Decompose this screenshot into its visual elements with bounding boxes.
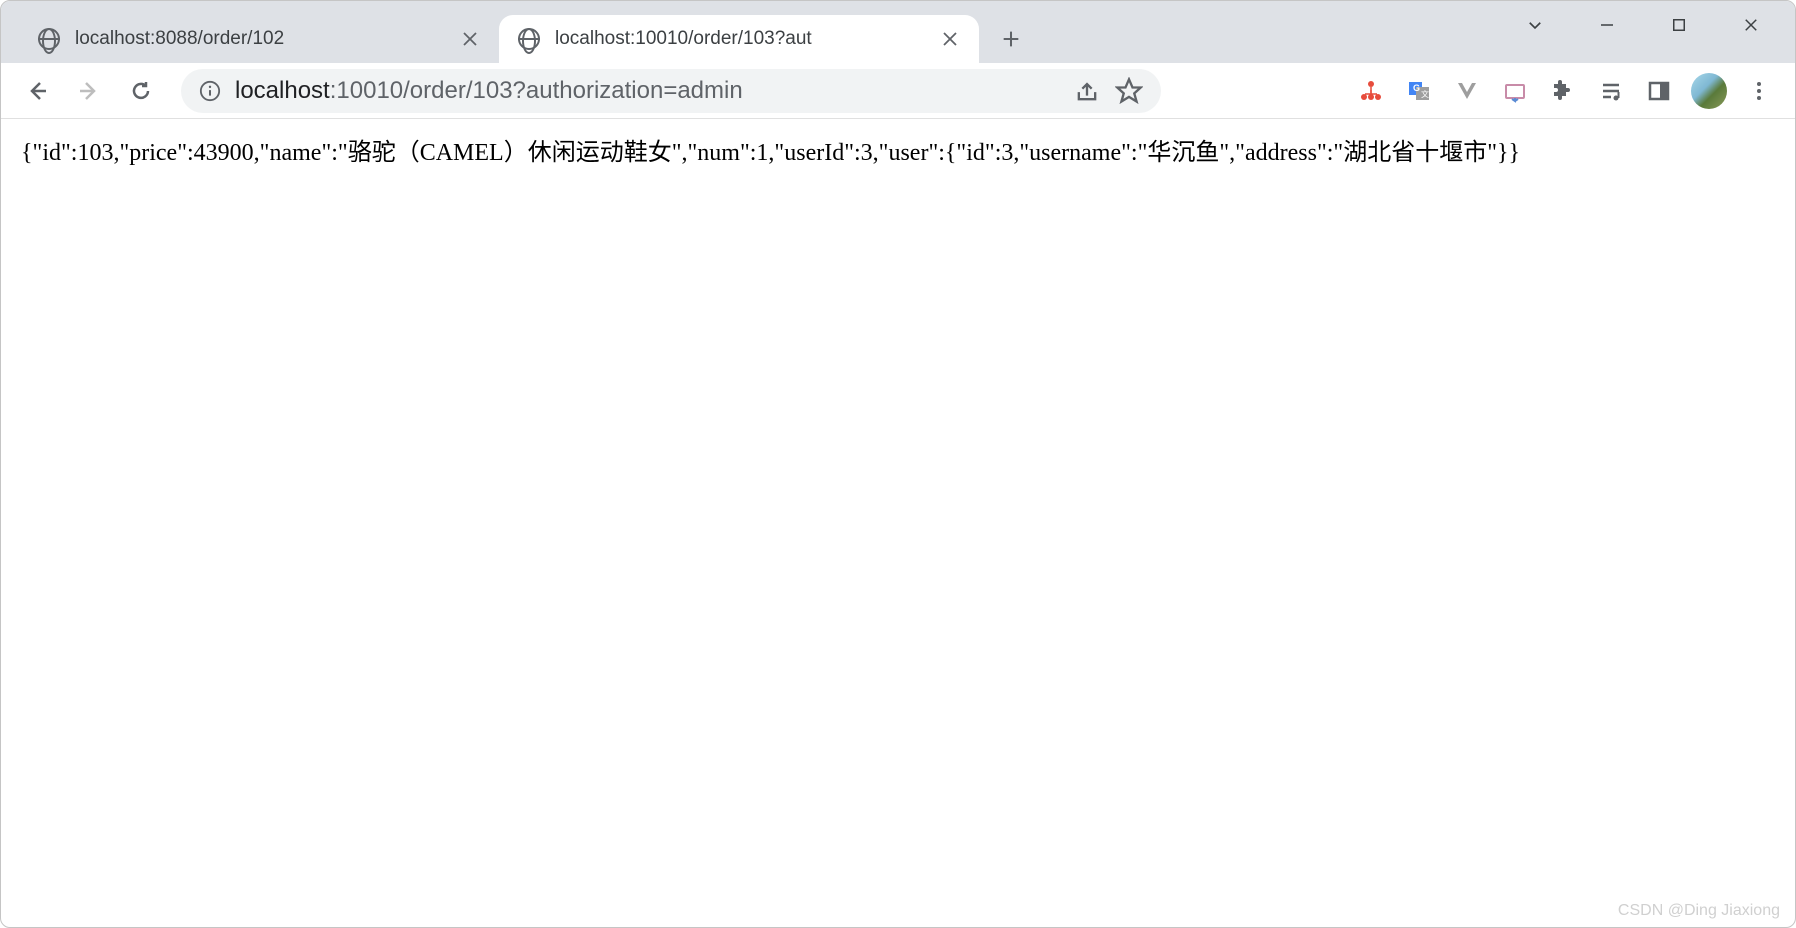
tab-active[interactable]: localhost:10010/order/103?aut [499,15,979,63]
json-response-text: {"id":103,"price":43900,"name":"骆驼（CAMEL… [21,140,1520,166]
menu-button[interactable] [1737,69,1781,113]
vue-icon[interactable] [1445,69,1489,113]
address-bar[interactable]: localhost:10010/order/103?authorization=… [181,69,1161,113]
tab-title: localhost:10010/order/103?aut [555,28,925,50]
back-button[interactable] [15,69,59,113]
browser-window: localhost:8088/order/102 localhost:10010… [0,0,1796,928]
profile-avatar[interactable] [1691,73,1727,109]
url-text: localhost:10010/order/103?authorization=… [235,77,1059,105]
extension-sitemap-icon[interactable] [1349,69,1393,113]
folder-icon[interactable] [1493,69,1537,113]
google-translate-icon[interactable]: G文 [1397,69,1441,113]
minimize-button[interactable] [1571,3,1643,47]
extensions-puzzle-icon[interactable] [1541,69,1585,113]
star-icon[interactable] [1115,77,1143,105]
page-content: {"id":103,"price":43900,"name":"骆驼（CAMEL… [1,119,1795,927]
maximize-button[interactable] [1643,3,1715,47]
extensions-area: G文 [1349,69,1781,113]
music-list-icon[interactable] [1589,69,1633,113]
side-panel-icon[interactable] [1637,69,1681,113]
svg-text:文: 文 [1421,89,1429,99]
close-window-button[interactable] [1715,3,1787,47]
svg-text:G: G [1413,83,1420,93]
info-icon[interactable] [199,80,221,102]
toolbar: localhost:10010/order/103?authorization=… [1,63,1795,119]
forward-button[interactable] [67,69,111,113]
tab-strip: localhost:8088/order/102 localhost:10010… [1,1,1795,63]
watermark-text: CSDN @Ding Jiaxiong [1618,902,1780,920]
reload-button[interactable] [119,69,163,113]
tab-search-button[interactable] [1499,3,1571,47]
close-icon[interactable] [939,28,961,50]
globe-icon [37,27,61,51]
globe-icon [517,27,541,51]
window-controls [1499,1,1787,49]
close-icon[interactable] [459,28,481,50]
tab-inactive[interactable]: localhost:8088/order/102 [19,15,499,63]
share-icon[interactable] [1073,77,1101,105]
tab-title: localhost:8088/order/102 [75,28,445,50]
new-tab-button[interactable] [991,19,1031,59]
